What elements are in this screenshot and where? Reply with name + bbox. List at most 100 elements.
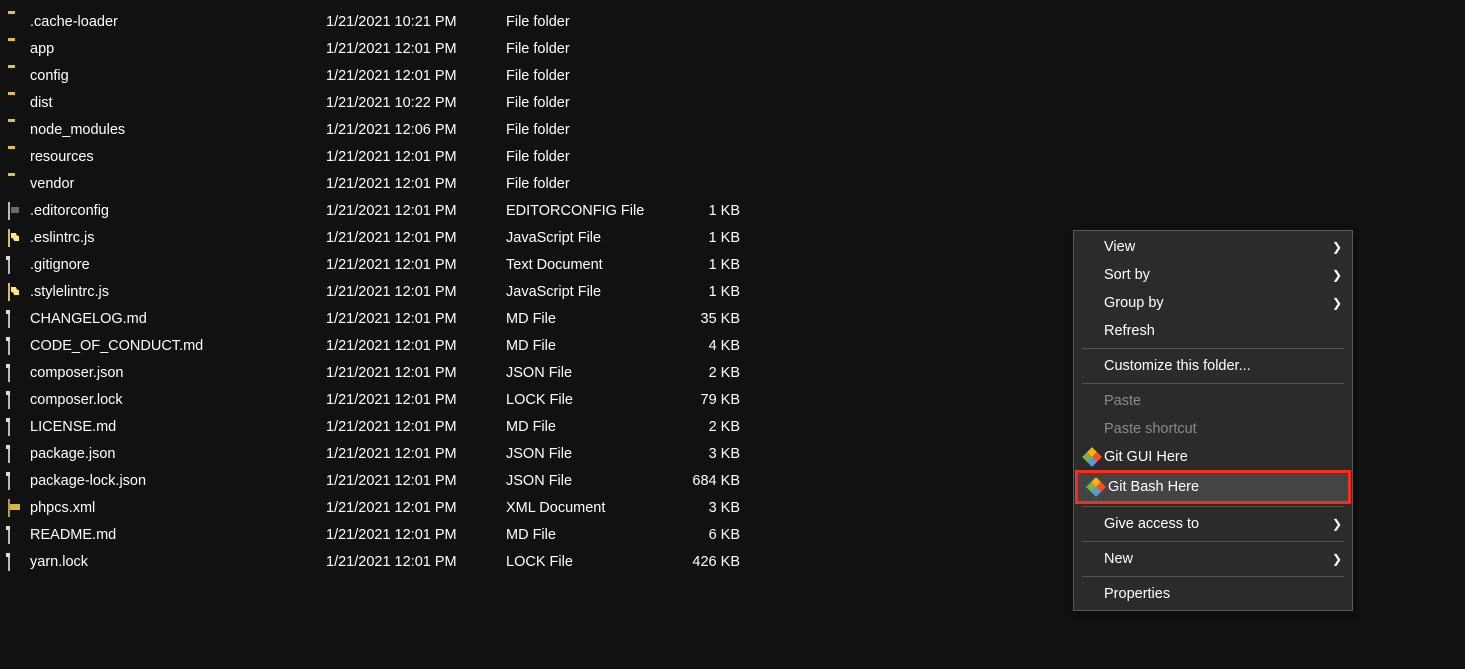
file-date: 1/21/2021 12:01 PM xyxy=(326,392,506,408)
file-name-cell: package-lock.json xyxy=(0,473,326,489)
menu-paste: Paste xyxy=(1074,387,1352,415)
menu-paste-shortcut-label: Paste shortcut xyxy=(1102,421,1342,437)
file-name: LICENSE.md xyxy=(30,419,116,435)
file-row[interactable]: config1/21/2021 12:01 PMFile folder xyxy=(0,62,1465,89)
menu-git-bash-here[interactable]: Git Bash Here xyxy=(1078,473,1348,501)
file-name-cell: package.json xyxy=(0,446,326,462)
file-size: 426 KB xyxy=(680,554,740,570)
file-date: 1/21/2021 10:22 PM xyxy=(326,95,506,111)
sheet-icon xyxy=(8,365,24,381)
file-row[interactable]: node_modules1/21/2021 12:06 PMFile folde… xyxy=(0,116,1465,143)
file-name: .eslintrc.js xyxy=(30,230,94,246)
folder-icon xyxy=(8,68,24,84)
file-date: 1/21/2021 12:01 PM xyxy=(326,68,506,84)
file-type: MD File xyxy=(506,311,680,327)
git-icon xyxy=(1082,450,1102,464)
file-name: package.json xyxy=(30,446,115,462)
menu-properties[interactable]: Properties xyxy=(1074,580,1352,608)
file-row[interactable]: .cache-loader1/21/2021 10:21 PMFile fold… xyxy=(0,8,1465,35)
menu-refresh[interactable]: Refresh xyxy=(1074,317,1352,345)
menu-refresh-label: Refresh xyxy=(1102,323,1342,339)
file-size: 2 KB xyxy=(680,419,740,435)
file-type: File folder xyxy=(506,41,680,57)
file-name-cell: phpcs.xml xyxy=(0,500,326,516)
file-type: XML Document xyxy=(506,500,680,516)
file-row[interactable]: vendor1/21/2021 12:01 PMFile folder xyxy=(0,170,1465,197)
file-date: 1/21/2021 12:01 PM xyxy=(326,41,506,57)
file-date: 1/21/2021 12:01 PM xyxy=(326,230,506,246)
file-date: 1/21/2021 12:01 PM xyxy=(326,311,506,327)
file-type: LOCK File xyxy=(506,554,680,570)
file-name: CODE_OF_CONDUCT.md xyxy=(30,338,203,354)
file-type: JSON File xyxy=(506,446,680,462)
sheet-icon xyxy=(8,446,24,462)
file-type: MD File xyxy=(506,419,680,435)
file-date: 1/21/2021 12:01 PM xyxy=(326,149,506,165)
file-name-cell: composer.lock xyxy=(0,392,326,408)
menu-give-access-to[interactable]: Give access to ❯ xyxy=(1074,510,1352,538)
file-row[interactable]: app1/21/2021 12:01 PMFile folder xyxy=(0,35,1465,62)
file-name: README.md xyxy=(30,527,116,543)
file-name-cell: .eslintrc.js xyxy=(0,230,326,246)
menu-sort-by[interactable]: Sort by ❯ xyxy=(1074,261,1352,289)
file-type: File folder xyxy=(506,122,680,138)
file-size: 3 KB xyxy=(680,500,740,516)
file-type: File folder xyxy=(506,14,680,30)
file-name: package-lock.json xyxy=(30,473,146,489)
menu-git-bash-here-label: Git Bash Here xyxy=(1106,479,1338,495)
file-type: EDITORCONFIG File xyxy=(506,203,680,219)
menu-new[interactable]: New ❯ xyxy=(1074,545,1352,573)
file-row[interactable]: .editorconfig1/21/2021 12:01 PMEDITORCON… xyxy=(0,197,1465,224)
menu-give-access-to-label: Give access to xyxy=(1102,516,1332,532)
menu-separator xyxy=(1082,348,1344,349)
file-size: 3 KB xyxy=(680,446,740,462)
file-name-cell: dist xyxy=(0,95,326,111)
file-size: 1 KB xyxy=(680,284,740,300)
file-name: yarn.lock xyxy=(30,554,88,570)
file-name: composer.json xyxy=(30,365,124,381)
file-name: vendor xyxy=(30,176,74,192)
file-type: JSON File xyxy=(506,473,680,489)
file-type: File folder xyxy=(506,176,680,192)
file-name: phpcs.xml xyxy=(30,500,95,516)
file-name: .gitignore xyxy=(30,257,90,273)
context-menu: View ❯ Sort by ❯ Group by ❯ Refresh Cust… xyxy=(1073,230,1353,611)
file-type: JSON File xyxy=(506,365,680,381)
file-type: File folder xyxy=(506,68,680,84)
file-type: MD File xyxy=(506,338,680,354)
file-name: CHANGELOG.md xyxy=(30,311,147,327)
file-type: File folder xyxy=(506,149,680,165)
sheet-icon xyxy=(8,419,24,435)
file-name-cell: node_modules xyxy=(0,122,326,138)
file-name-cell: composer.json xyxy=(0,365,326,381)
file-type: Text Document xyxy=(506,257,680,273)
file-name-cell: README.md xyxy=(0,527,326,543)
file-row[interactable]: dist1/21/2021 10:22 PMFile folder xyxy=(0,89,1465,116)
menu-paste-label: Paste xyxy=(1102,393,1342,409)
menu-view[interactable]: View ❯ xyxy=(1074,233,1352,261)
file-name: .editorconfig xyxy=(30,203,109,219)
folder-icon xyxy=(8,176,24,192)
file-type: File folder xyxy=(506,95,680,111)
file-name-cell: CODE_OF_CONDUCT.md xyxy=(0,338,326,354)
menu-git-gui-here[interactable]: Git GUI Here xyxy=(1074,443,1352,471)
js-icon xyxy=(8,230,24,246)
file-name-cell: CHANGELOG.md xyxy=(0,311,326,327)
file-name-cell: .gitignore xyxy=(0,257,326,273)
file-date: 1/21/2021 12:01 PM xyxy=(326,473,506,489)
file-size: 2 KB xyxy=(680,365,740,381)
file-size: 1 KB xyxy=(680,257,740,273)
git-icon xyxy=(1086,480,1106,494)
menu-group-by-label: Group by xyxy=(1102,295,1332,311)
chevron-right-icon: ❯ xyxy=(1332,240,1342,254)
menu-group-by[interactable]: Group by ❯ xyxy=(1074,289,1352,317)
file-name-cell: app xyxy=(0,41,326,57)
menu-customize-folder[interactable]: Customize this folder... xyxy=(1074,352,1352,380)
folder-icon xyxy=(8,122,24,138)
menu-separator xyxy=(1082,541,1344,542)
file-name-cell: .cache-loader xyxy=(0,14,326,30)
menu-separator xyxy=(1082,383,1344,384)
file-date: 1/21/2021 12:01 PM xyxy=(326,500,506,516)
sheet-icon xyxy=(8,311,24,327)
file-row[interactable]: resources1/21/2021 12:01 PMFile folder xyxy=(0,143,1465,170)
